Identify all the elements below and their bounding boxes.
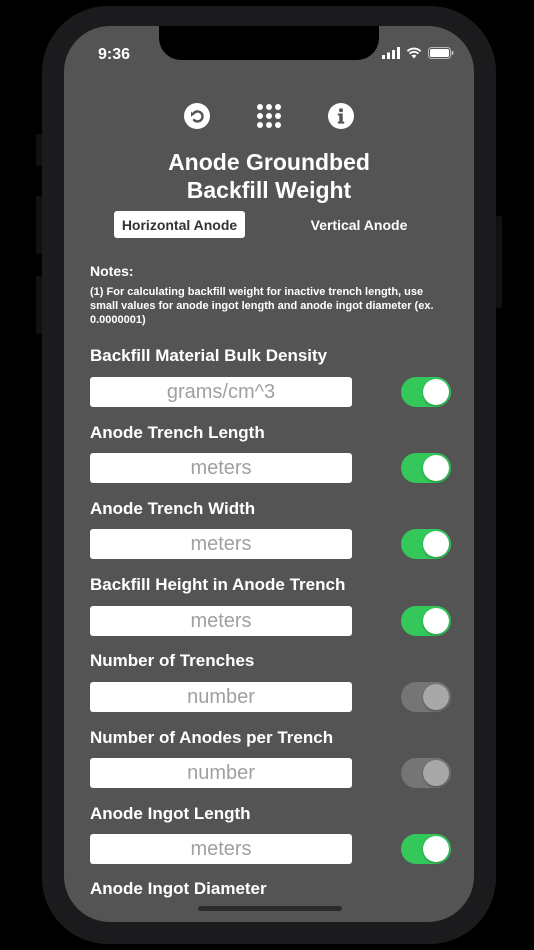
trench-length-input[interactable]: [90, 453, 352, 483]
wifi-icon: [406, 47, 422, 59]
info-button[interactable]: [327, 102, 355, 130]
ingot-length-input[interactable]: [90, 834, 352, 864]
trench-width-input[interactable]: [90, 529, 352, 559]
battery-icon: [428, 47, 454, 59]
backfill-height-toggle[interactable]: [401, 606, 451, 636]
toggle-knob: [423, 608, 449, 634]
status-time: 9:36: [98, 46, 131, 63]
mute-switch: [36, 134, 42, 166]
field-label-number-of-trenches: Number of Trenches: [90, 651, 255, 670]
notes-title: Notes:: [90, 263, 134, 279]
field-label-trench-width: Anode Trench Width: [90, 499, 256, 518]
volume-down-button: [36, 276, 42, 334]
toggle-knob: [423, 379, 449, 405]
field-label-ingot-length: Anode Ingot Length: [90, 804, 251, 823]
field-label-anodes-per-trench: Number of Anodes per Trench: [90, 728, 334, 747]
ingot-length-toggle[interactable]: [401, 834, 451, 864]
undo-button[interactable]: [183, 102, 211, 130]
info-icon: [328, 103, 354, 129]
power-button: [496, 216, 502, 308]
title-line-2: Backfill Weight: [186, 177, 352, 203]
toggle-knob: [423, 760, 449, 786]
volume-up-button: [36, 196, 42, 254]
trench-width-toggle[interactable]: [401, 529, 451, 559]
toggle-knob: [423, 455, 449, 481]
anodes-per-trench-toggle[interactable]: [401, 758, 451, 788]
bulk-density-input[interactable]: [90, 377, 352, 407]
toolbar: [64, 102, 474, 132]
status-icons: [382, 47, 454, 59]
title-line-1: Anode Groundbed: [168, 149, 370, 175]
number-of-trenches-input[interactable]: [90, 682, 352, 712]
app-screen: 9:36 Anode Groundbed Backfill Weight Hor…: [64, 26, 474, 922]
notch: [159, 26, 379, 60]
signal-icon: [382, 47, 400, 59]
undo-icon: [184, 103, 210, 129]
anodes-per-trench-input[interactable]: [90, 758, 352, 788]
grid-menu-icon: [257, 104, 281, 128]
trench-length-toggle[interactable]: [401, 453, 451, 483]
toggle-knob: [423, 836, 449, 862]
toggle-knob: [423, 684, 449, 710]
field-label-bulk-density: Backfill Material Bulk Density: [90, 346, 328, 365]
segment-vertical-anode[interactable]: Vertical Anode: [293, 211, 425, 238]
number-of-trenches-toggle[interactable]: [401, 682, 451, 712]
bulk-density-toggle[interactable]: [401, 377, 451, 407]
page-title: Anode Groundbed Backfill Weight: [64, 148, 474, 204]
field-label-backfill-height: Backfill Height in Anode Trench: [90, 575, 346, 594]
grid-menu-button[interactable]: [255, 102, 283, 130]
segment-horizontal-anode[interactable]: Horizontal Anode: [114, 211, 245, 238]
field-label-ingot-diameter: Anode Ingot Diameter: [90, 879, 267, 898]
notes-body: (1) For calculating backfill weight for …: [90, 286, 434, 326]
toggle-knob: [423, 531, 449, 557]
backfill-height-input[interactable]: [90, 606, 352, 636]
field-label-trench-length: Anode Trench Length: [90, 423, 265, 442]
home-indicator[interactable]: [198, 906, 342, 911]
